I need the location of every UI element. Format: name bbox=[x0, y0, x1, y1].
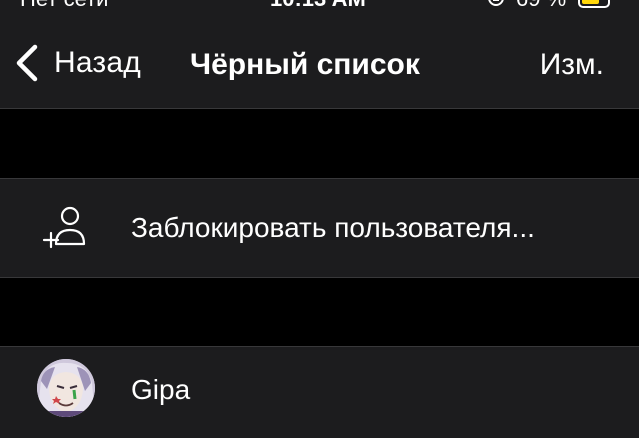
navigation-bar: Назад Чёрный список Изм. bbox=[0, 12, 639, 109]
edit-button[interactable]: Изм. bbox=[540, 48, 604, 82]
block-user-label: Заблокировать пользователя... bbox=[131, 212, 535, 243]
section-spacer bbox=[0, 278, 639, 346]
back-label: Назад bbox=[54, 46, 141, 79]
page-title: Чёрный список bbox=[190, 48, 420, 81]
orientation-lock-icon bbox=[488, 0, 504, 6]
section-spacer bbox=[0, 109, 639, 178]
battery-icon bbox=[578, 0, 610, 8]
carrier-label: Нет сети bbox=[20, 0, 108, 12]
blocked-user-row[interactable] bbox=[0, 346, 639, 438]
wifi-icon bbox=[128, 0, 150, 10]
avatar bbox=[37, 359, 95, 417]
chevron-left-icon bbox=[16, 44, 38, 82]
status-bar: Нет сети 10:13 AM 69 % bbox=[0, 0, 639, 12]
add-user-icon bbox=[42, 206, 86, 249]
clock: 10:13 AM bbox=[270, 0, 366, 12]
back-button[interactable]: Назад bbox=[14, 37, 141, 89]
battery-level-fill bbox=[582, 0, 599, 4]
avatar-image bbox=[37, 359, 95, 417]
battery-percent: 69 % bbox=[516, 0, 566, 12]
blocked-user-name: Gipa bbox=[131, 374, 191, 405]
